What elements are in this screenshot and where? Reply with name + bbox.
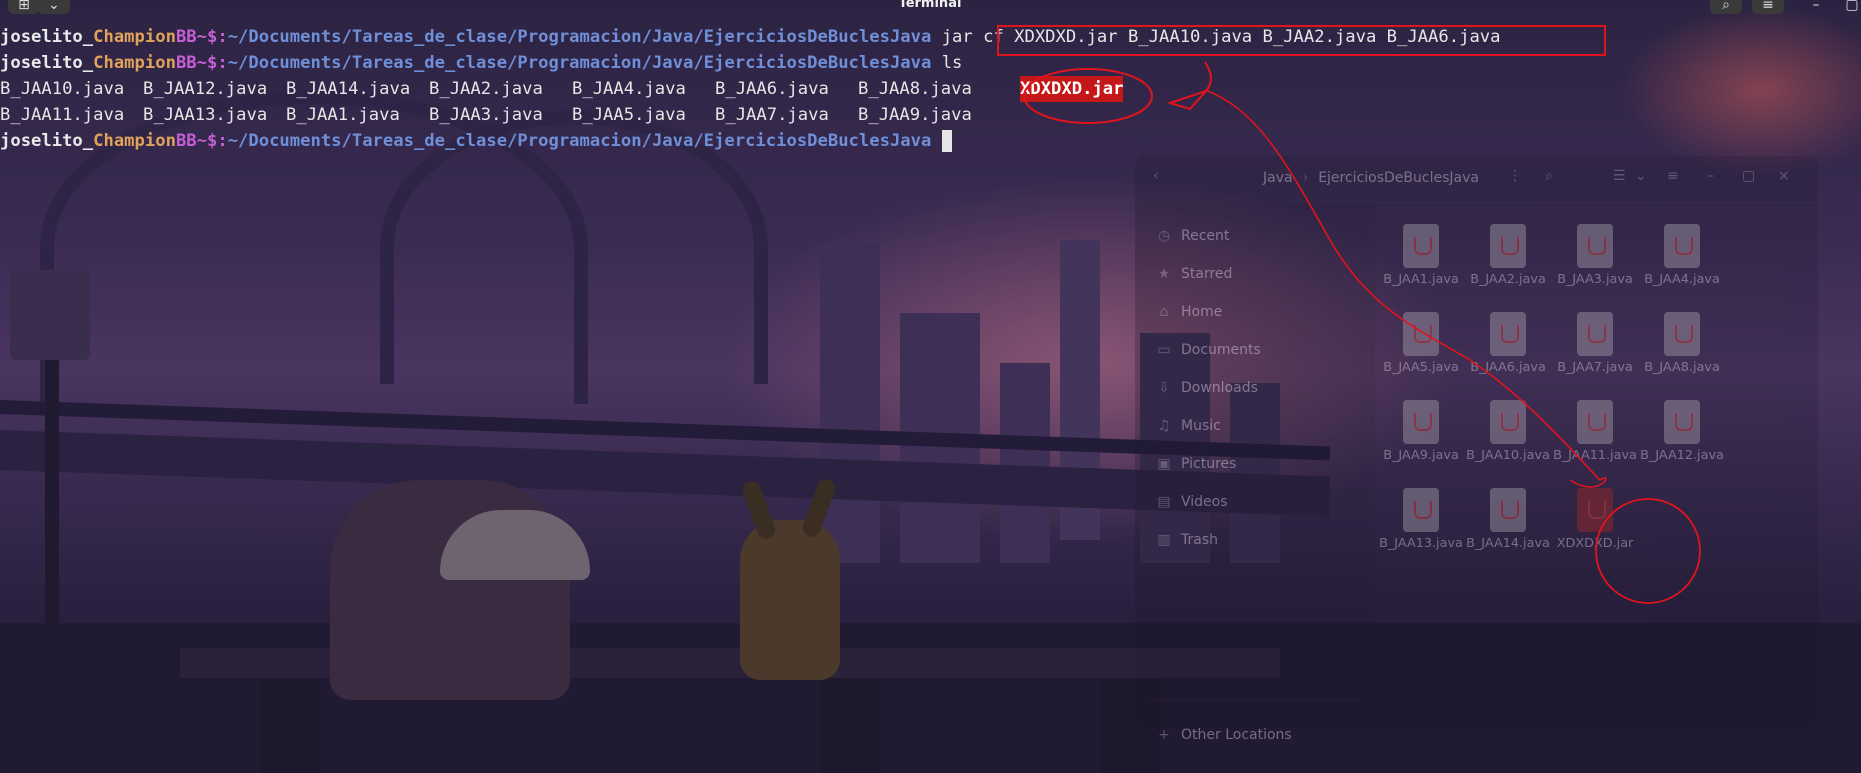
jar-file-circle-annotation	[1595, 498, 1701, 604]
red-annotation-overlay	[1023, 61, 1701, 604]
curve-annotation	[1204, 89, 1607, 488]
arrow-annotation	[1166, 61, 1212, 111]
jar-circle-annotation	[1023, 68, 1153, 124]
